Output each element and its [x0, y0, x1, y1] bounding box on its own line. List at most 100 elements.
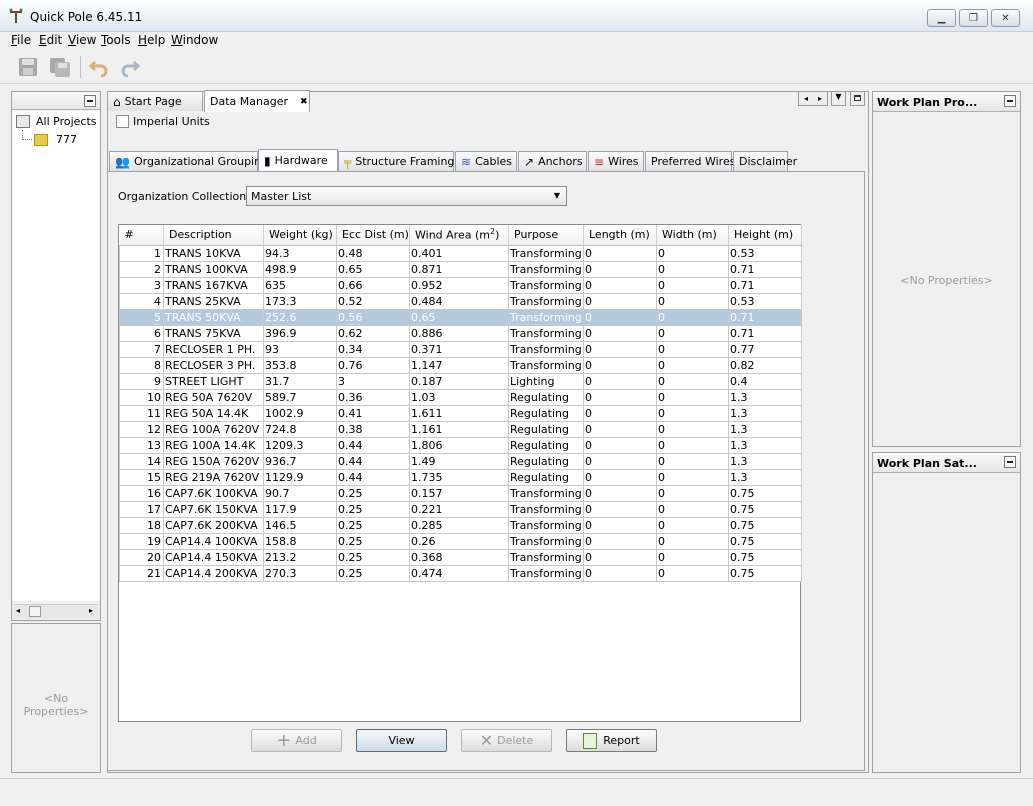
- table-cell[interactable]: 0.75: [728, 484, 802, 502]
- menu-window[interactable]: Window: [171, 33, 218, 47]
- menu-help[interactable]: Help: [138, 33, 165, 47]
- table-row[interactable]: 8 RECLOSER 3 PH. 353.8 0.76 1.147 Transformin…: [119, 356, 802, 374]
- table-cell[interactable]: 936.7: [263, 452, 337, 470]
- table-cell[interactable]: 6: [119, 324, 164, 342]
- table-cell[interactable]: RECLOSER 3 PH.: [163, 356, 264, 374]
- table-cell[interactable]: 0.56: [336, 308, 410, 326]
- table-cell[interactable]: Regulating: [508, 420, 584, 438]
- table-cell[interactable]: Transforming: [508, 324, 584, 342]
- table-cell[interactable]: 173.3: [263, 292, 337, 310]
- imperial-units-checkbox[interactable]: Imperial Units: [116, 115, 210, 128]
- table-cell[interactable]: Transforming: [508, 500, 584, 518]
- table-cell[interactable]: 0.41: [336, 404, 410, 422]
- table-cell[interactable]: 0: [656, 404, 729, 422]
- table-cell[interactable]: 0.52: [336, 292, 410, 310]
- add-button[interactable]: + Add: [251, 729, 342, 752]
- table-row[interactable]: 5 TRANS 50KVA 252.6 0.56 0.65 Transforming 0 0 0…: [119, 308, 802, 326]
- table-cell[interactable]: 0: [583, 564, 657, 582]
- table-cell[interactable]: 0.44: [336, 436, 410, 454]
- table-cell[interactable]: 31.7: [263, 372, 337, 390]
- table-cell[interactable]: 0.25: [336, 484, 410, 502]
- tab-data-manager[interactable]: Data Manager ✖: [204, 90, 310, 112]
- table-cell[interactable]: 0: [583, 324, 657, 342]
- table-cell[interactable]: 724.8: [263, 420, 337, 438]
- table-row[interactable]: 15 REG 219A 7620V 1129.9 0.44 1.735 Regulatin…: [119, 468, 802, 486]
- table-row[interactable]: 2 TRANS 100KVA 498.9 0.65 0.871 Transforming 0…: [119, 260, 802, 278]
- table-cell[interactable]: 0: [656, 324, 729, 342]
- table-cell[interactable]: REG 150A 7620V: [163, 452, 264, 470]
- minimize-button[interactable]: ▁: [927, 9, 956, 27]
- table-cell[interactable]: 1.3: [728, 468, 802, 486]
- table-cell[interactable]: Transforming: [508, 340, 584, 358]
- table-cell[interactable]: 0.76: [336, 356, 410, 374]
- table-cell[interactable]: 0: [583, 308, 657, 326]
- table-cell[interactable]: 90.7: [263, 484, 337, 502]
- table-cell[interactable]: 93: [263, 340, 337, 358]
- restore-button[interactable]: ❐: [959, 9, 988, 27]
- table-cell[interactable]: 3: [336, 372, 410, 390]
- table-cell[interactable]: 0.25: [336, 516, 410, 534]
- table-cell[interactable]: 0: [656, 388, 729, 406]
- save-button[interactable]: [15, 54, 41, 80]
- minimize-panel-button[interactable]: [1004, 95, 1016, 107]
- table-cell[interactable]: 18: [119, 516, 164, 534]
- col-header-ecc-dist[interactable]: Ecc Dist (m): [336, 225, 410, 246]
- table-cell[interactable]: 1129.9: [263, 468, 337, 486]
- table-cell[interactable]: Transforming: [508, 564, 584, 582]
- table-cell[interactable]: REG 100A 14.4K: [163, 436, 264, 454]
- table-cell[interactable]: 396.9: [263, 324, 337, 342]
- table-cell[interactable]: 1.161: [409, 420, 509, 438]
- table-cell[interactable]: 0.71: [728, 308, 802, 326]
- table-cell[interactable]: 0.221: [409, 500, 509, 518]
- table-cell[interactable]: CAP14.4 150KVA: [163, 548, 264, 566]
- col-header-description[interactable]: Description: [163, 225, 264, 246]
- table-cell[interactable]: 0: [656, 356, 729, 374]
- table-row[interactable]: 14 REG 150A 7620V 936.7 0.44 1.49 Regulating 0…: [119, 452, 802, 470]
- table-cell[interactable]: 0.38: [336, 420, 410, 438]
- table-cell[interactable]: 0.401: [409, 244, 509, 262]
- table-cell[interactable]: Transforming: [508, 292, 584, 310]
- minimize-panel-button[interactable]: [1004, 456, 1016, 468]
- col-header-weight[interactable]: Weight (kg): [263, 225, 337, 246]
- table-cell[interactable]: STREET LIGHT: [163, 372, 264, 390]
- table-cell[interactable]: 0.65: [409, 308, 509, 326]
- table-cell[interactable]: 0.368: [409, 548, 509, 566]
- table-cell[interactable]: 0: [656, 292, 729, 310]
- menu-view[interactable]: View: [68, 33, 96, 47]
- table-cell[interactable]: 158.8: [263, 532, 337, 550]
- tab-scroll-right-icon[interactable]: ▸: [818, 94, 822, 103]
- table-cell[interactable]: CAP14.4 200KVA: [163, 564, 264, 582]
- table-row[interactable]: 3 TRANS 167KVA 635 0.66 0.952 Transforming 0 0 0…: [119, 276, 802, 294]
- table-cell[interactable]: Regulating: [508, 468, 584, 486]
- table-cell[interactable]: 1.735: [409, 468, 509, 486]
- col-header-wind-area[interactable]: Wind Area (m2): [409, 225, 509, 246]
- table-cell[interactable]: 0: [656, 340, 729, 358]
- scroll-left-icon[interactable]: ◂: [16, 606, 20, 615]
- col-header-length[interactable]: Length (m): [583, 225, 657, 246]
- table-cell[interactable]: 1.611: [409, 404, 509, 422]
- table-cell[interactable]: 0.371: [409, 340, 509, 358]
- org-collection-select[interactable]: Master List ▼: [246, 186, 567, 206]
- subtab-wires[interactable]: ≡ Wires: [588, 151, 644, 171]
- table-cell[interactable]: REG 100A 7620V: [163, 420, 264, 438]
- table-cell[interactable]: Transforming: [508, 244, 584, 262]
- table-cell[interactable]: 0: [656, 564, 729, 582]
- table-cell[interactable]: 0: [583, 356, 657, 374]
- tab-scroll-left-icon[interactable]: ◂: [804, 94, 808, 103]
- table-cell[interactable]: 0: [656, 436, 729, 454]
- table-cell[interactable]: CAP14.4 100KVA: [163, 532, 264, 550]
- table-cell[interactable]: 0.187: [409, 372, 509, 390]
- table-cell[interactable]: TRANS 25KVA: [163, 292, 264, 310]
- table-cell[interactable]: 94.3: [263, 244, 337, 262]
- table-cell[interactable]: TRANS 100KVA: [163, 260, 264, 278]
- table-cell[interactable]: 0: [583, 516, 657, 534]
- table-cell[interactable]: 213.2: [263, 548, 337, 566]
- table-cell[interactable]: 0.75: [728, 548, 802, 566]
- table-row[interactable]: 18 CAP7.6K 200KVA 146.5 0.25 0.285 Transformi…: [119, 516, 802, 534]
- close-button[interactable]: ✕: [991, 9, 1020, 27]
- table-cell[interactable]: 8: [119, 356, 164, 374]
- table-cell[interactable]: 11: [119, 404, 164, 422]
- table-cell[interactable]: 117.9: [263, 500, 337, 518]
- table-cell[interactable]: 0: [656, 372, 729, 390]
- table-cell[interactable]: 252.6: [263, 308, 337, 326]
